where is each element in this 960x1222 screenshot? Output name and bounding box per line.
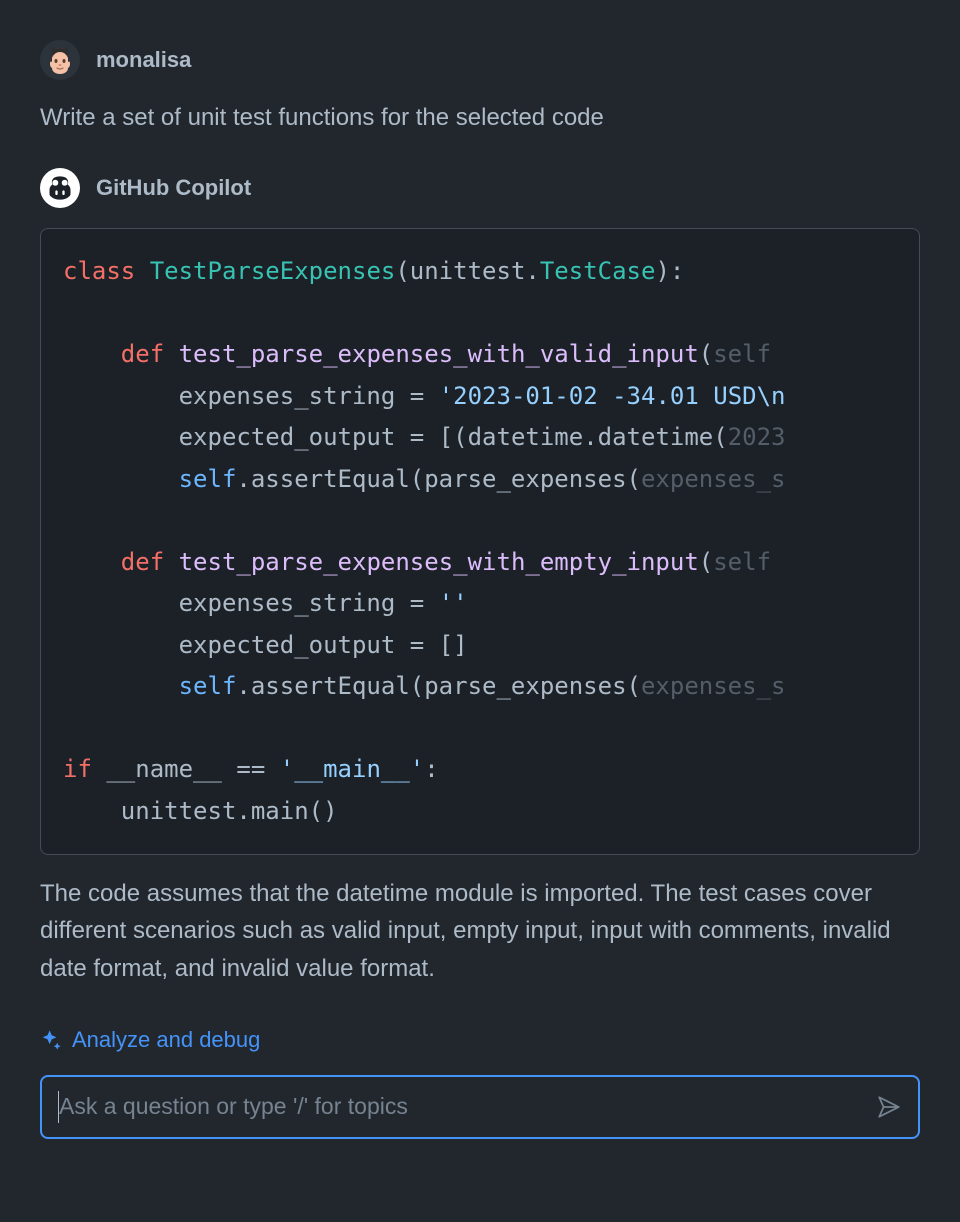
sparkle-icon: [40, 1029, 62, 1051]
action-label: Analyze and debug: [72, 1027, 260, 1053]
assistant-name: GitHub Copilot: [96, 175, 251, 201]
copilot-avatar: [40, 168, 80, 208]
user-message: monalisa Write a set of unit test functi…: [40, 40, 920, 136]
assistant-header: GitHub Copilot: [40, 168, 920, 208]
send-icon[interactable]: [876, 1094, 902, 1120]
user-name: monalisa: [96, 47, 191, 73]
user-avatar: [40, 40, 80, 80]
chat-input-container[interactable]: [40, 1075, 920, 1139]
code-block: class TestParseExpenses(unittest.TestCas…: [40, 228, 920, 855]
assistant-explanation: The code assumes that the datetime modul…: [40, 875, 920, 987]
user-header: monalisa: [40, 40, 920, 80]
assistant-message: GitHub Copilot class TestParseExpenses(u…: [40, 168, 920, 987]
chat-input[interactable]: [59, 1093, 862, 1120]
copilot-icon: [46, 174, 74, 202]
mona-avatar-icon: [40, 40, 80, 80]
analyze-debug-action[interactable]: Analyze and debug: [40, 1027, 920, 1053]
user-prompt-text: Write a set of unit test functions for t…: [40, 100, 920, 136]
